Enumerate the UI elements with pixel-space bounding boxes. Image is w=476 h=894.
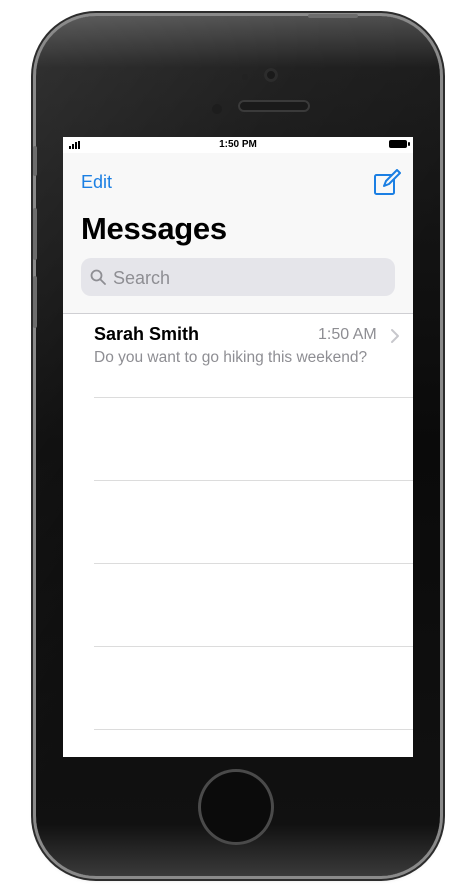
volume-up-button[interactable] [33,208,37,260]
compose-icon[interactable] [373,169,401,197]
contact-name: Sarah Smith [94,324,200,344]
list-separator [94,563,413,564]
message-time: 1:50 AM [318,326,377,343]
ambient-sensor [212,104,222,114]
chevron-right-icon [391,329,399,343]
earpiece-speaker [238,100,310,112]
conversation-row[interactable]: Sarah Smith 1:50 AM Do you want to go hi… [63,314,413,397]
proximity-sensor [242,74,248,80]
power-button[interactable] [308,14,358,18]
home-button[interactable] [201,772,271,842]
list-separator [94,397,413,398]
page-title: Messages [81,211,227,246]
front-camera [264,68,278,82]
list-separator [94,480,413,481]
list-separator [94,729,413,730]
volume-down-button[interactable] [33,276,37,328]
status-bar: 1:50 PM [63,137,413,153]
battery-icon [389,140,410,148]
screen: 1:50 PM Edit Messages Sarah Smith 1:50 A… [63,137,413,757]
search-input[interactable] [111,258,385,298]
search-icon [90,269,106,285]
mute-switch[interactable] [33,146,37,176]
search-bar[interactable] [81,258,395,298]
list-separator [94,646,413,647]
navigation-header: Edit Messages [63,153,413,313]
edit-button[interactable]: Edit [81,172,112,193]
status-time: 1:50 PM [219,139,257,150]
message-preview: Do you want to go hiking this weekend? [94,349,368,366]
